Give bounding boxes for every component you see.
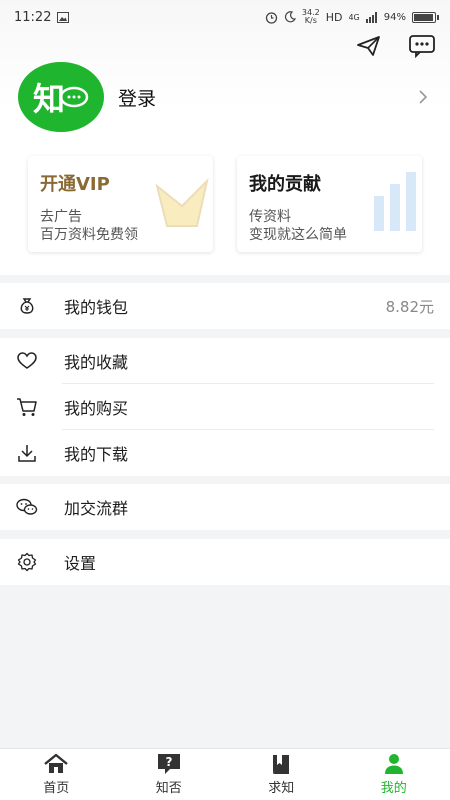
wallet-balance: 8.82元 <box>385 297 434 316</box>
send-icon[interactable] <box>356 34 382 58</box>
menu-item-settings[interactable]: 设置 <box>0 539 450 585</box>
avatar[interactable]: 知 <box>18 62 104 132</box>
status-bar: 11:22 34.2 K/s HD 4G 94% <box>0 0 450 34</box>
heart-icon <box>16 350 38 372</box>
signal-bars-icon <box>365 11 377 23</box>
download-icon <box>16 442 38 464</box>
chat-bubble-icon <box>59 86 89 108</box>
menu-label-settings: 设置 <box>64 554 97 573</box>
vip-decoration-icon <box>155 177 209 227</box>
promo-cards: 开通VIP 去广告 百万资料免费领 我的贡献 传资料 变现就这么简单 <box>28 156 422 252</box>
wechat-icon <box>16 496 38 518</box>
top-actions <box>356 34 436 58</box>
menu-item-purchases[interactable]: 我的购买 <box>0 384 450 430</box>
menu-label-wallet: 我的钱包 <box>64 298 129 317</box>
menu-item-favorites[interactable]: 我的收藏 <box>0 338 450 384</box>
tab-home[interactable]: 首页 <box>0 749 113 800</box>
menu-item-downloads[interactable]: 我的下载 <box>0 430 450 476</box>
tab-mine[interactable]: 我的 <box>338 749 450 800</box>
network-speed: 34.2 K/s <box>301 8 320 25</box>
login-label[interactable]: 登录 <box>118 84 414 111</box>
menu-label-downloads: 我的下载 <box>64 445 129 464</box>
chevron-right-icon[interactable] <box>414 88 432 106</box>
alarm-icon <box>265 11 278 24</box>
network-hd: HD <box>325 10 343 24</box>
book-icon <box>273 755 290 774</box>
moon-icon <box>284 11 296 23</box>
cart-icon <box>16 396 38 418</box>
tab-zhifou[interactable]: ? 知否 <box>113 749 226 800</box>
wallet-icon <box>16 295 38 317</box>
home-icon <box>44 753 69 773</box>
tab-label-home: 首页 <box>43 781 70 796</box>
bottom-tab-bar: 首页 ? 知否 求知 我的 <box>0 748 450 800</box>
menu-label-purchases: 我的购买 <box>64 399 129 418</box>
menu-group-settings: 设置 <box>0 539 450 585</box>
gear-icon <box>16 551 38 573</box>
tab-label-qiuzhi: 求知 <box>268 781 295 796</box>
signal-4g: 4G <box>348 12 360 22</box>
gallery-notification-icon <box>57 11 70 23</box>
menu-label-favorites: 我的收藏 <box>64 353 129 372</box>
contribution-card[interactable]: 我的贡献 传资料 变现就这么简单 <box>237 156 422 252</box>
battery-icon <box>412 11 439 23</box>
tab-qiuzhi[interactable]: 求知 <box>225 749 338 800</box>
profile-row[interactable]: 知 登录 <box>18 62 432 132</box>
message-icon[interactable] <box>408 34 436 58</box>
tab-label-zhifou: 知否 <box>155 781 182 796</box>
svg-text:?: ? <box>165 755 172 769</box>
question-icon: ? <box>157 754 180 774</box>
battery-percent: 94% <box>383 11 406 23</box>
contribution-decoration-icon <box>374 172 416 231</box>
status-time: 11:22 <box>14 9 52 25</box>
person-icon <box>384 754 403 774</box>
menu-group-content: 我的收藏 我的购买 我的下载 <box>0 338 450 476</box>
vip-card[interactable]: 开通VIP 去广告 百万资料免费领 <box>28 156 213 252</box>
menu-item-wallet[interactable]: 我的钱包 8.82元 <box>0 283 450 329</box>
menu-group-wallet: 我的钱包 8.82元 <box>0 283 450 329</box>
tab-label-mine: 我的 <box>380 781 407 796</box>
menu-item-groups[interactable]: 加交流群 <box>0 484 450 530</box>
menu-group-community: 加交流群 <box>0 484 450 530</box>
menu-label-groups: 加交流群 <box>64 499 129 518</box>
